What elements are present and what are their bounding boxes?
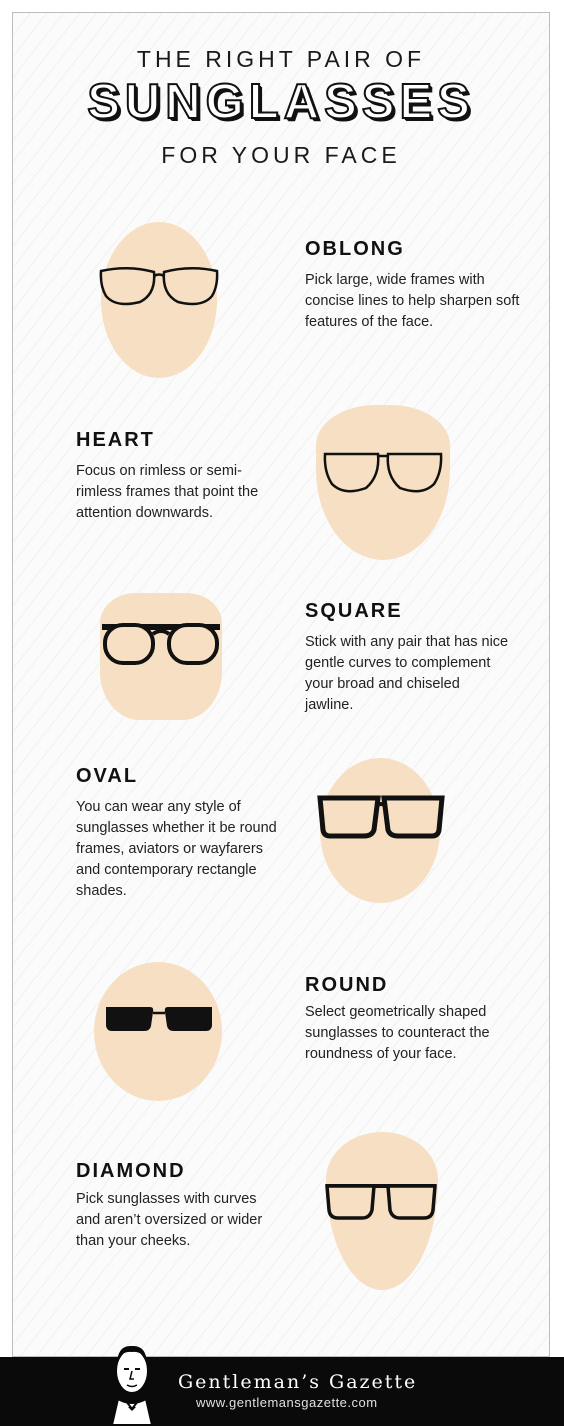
desc-diamond: Pick sunglasses with curves and aren’t o… bbox=[76, 1191, 263, 1249]
title-main: SUNGLASSES bbox=[86, 74, 475, 130]
desc-heart: Focus on rimless or semi-rimless frames … bbox=[76, 463, 259, 521]
website-link[interactable]: www.gentlemansgazette.com bbox=[196, 1395, 378, 1410]
title-line-1: THE RIGHT PAIR OF bbox=[136, 46, 426, 72]
desc-oblong: Pick large, wide frames with concise lin… bbox=[305, 272, 520, 330]
wayfarer-glasses-icon bbox=[317, 795, 445, 839]
desc-oval: You can wear any style of sunglasses whe… bbox=[76, 799, 277, 899]
title-line-3: FOR YOUR FACE bbox=[161, 142, 401, 168]
heading-diamond: DIAMOND bbox=[76, 1160, 186, 1182]
heading-oblong: OBLONG bbox=[305, 238, 405, 260]
rounded-rectangle-glasses-icon bbox=[325, 1184, 437, 1220]
desc-round: Select geometrically shaped sunglasses t… bbox=[305, 1004, 490, 1062]
rectangle-sunglasses-icon bbox=[106, 1007, 212, 1031]
footer-bar: Gentleman’s Gazette www.gentlemansgazett… bbox=[0, 1345, 564, 1426]
gentleman-portrait-logo bbox=[110, 1345, 154, 1425]
heading-heart: HEART bbox=[76, 429, 155, 451]
desc-square: Stick with any pair that has nice gentle… bbox=[305, 634, 509, 713]
brand-name: Gentleman’s Gazette bbox=[178, 1371, 418, 1393]
aviator-glasses-icon bbox=[99, 267, 219, 306]
round-frame-glasses-icon bbox=[102, 623, 220, 665]
heading-oval: OVAL bbox=[76, 765, 139, 787]
rimless-aviator-glasses-icon bbox=[323, 452, 443, 493]
heading-round: ROUND bbox=[305, 974, 389, 996]
heading-square: SQUARE bbox=[305, 600, 403, 622]
